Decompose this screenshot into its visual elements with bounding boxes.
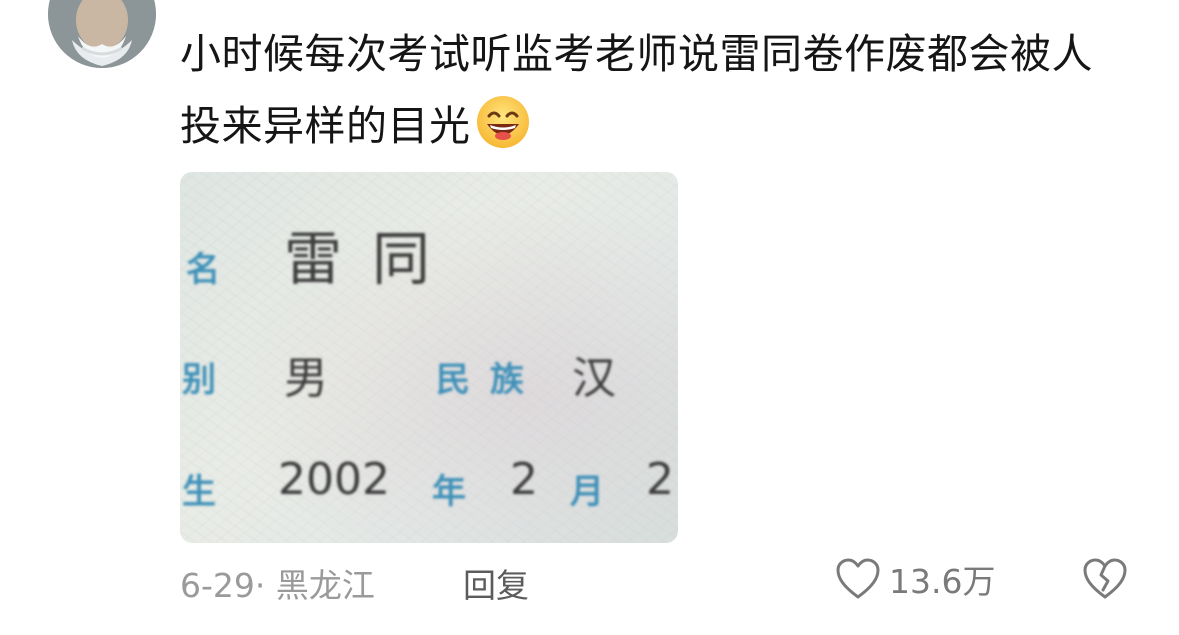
comment-text: 小时候每次考试听监考老师说雷同卷作废都会被人投来异样的目光 — [180, 18, 1120, 162]
comment-item: 小时候每次考试听监考老师说雷同卷作废都会被人投来异样的目光 名 雷同 别 男 民… — [0, 0, 1179, 635]
photo-name-value: 雷同 — [284, 225, 461, 293]
photo-ethnic-value: 汉 — [572, 353, 616, 404]
broken-heart-icon — [1083, 558, 1127, 599]
photo-sex-label: 别 — [182, 360, 216, 400]
photo-sex-value: 男 — [284, 353, 328, 404]
grinning-sweat-emoji-icon — [475, 94, 531, 150]
photo-month-label: 月 — [570, 472, 604, 512]
date-location: 6-29· 黑龙江 — [180, 566, 375, 605]
photo-birth-month: 2 — [510, 454, 538, 505]
photo-ethnic-label: 民 族 — [436, 360, 528, 400]
comment-body: 小时候每次考试听监考老师说雷同卷作废都会被人投来异样的目光 — [180, 30, 1093, 150]
heart-icon — [836, 558, 880, 599]
photo-birth-label: 生 — [182, 472, 216, 512]
photo-birth-year: 2002 — [278, 454, 390, 505]
comment-footer: 6-29· 黑龙江 回复 13.6万 — [0, 555, 1179, 607]
photo-name-label: 名 — [186, 250, 220, 290]
avatar[interactable] — [48, 0, 156, 68]
like-button[interactable]: 13.6万 — [835, 555, 995, 603]
reply-button[interactable]: 回复 — [463, 559, 529, 607]
photo-year-label: 年 — [432, 472, 466, 512]
id-card-photo[interactable]: 名 雷同 别 男 民 族 汉 生 2002 年 2 月 2 — [180, 172, 678, 543]
dislike-button[interactable] — [1082, 557, 1128, 601]
photo-birth-day: 2 — [646, 454, 674, 505]
avatar-image-icon — [48, 0, 156, 68]
like-count: 13.6万 — [889, 562, 996, 601]
